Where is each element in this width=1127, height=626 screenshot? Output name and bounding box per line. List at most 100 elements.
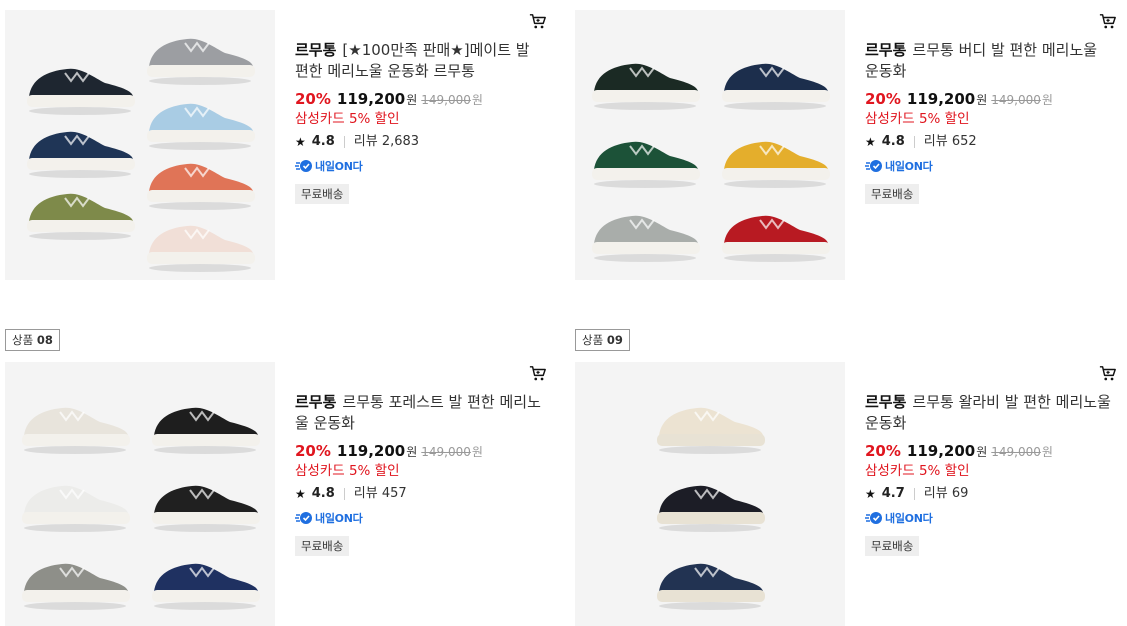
product-image[interactable] [5, 10, 275, 280]
shoe-image [22, 485, 130, 532]
star-icon: ★ [865, 487, 876, 501]
label-number: 09 [606, 333, 623, 347]
cart-icon[interactable] [529, 365, 547, 383]
rating-score: 4.8 [311, 486, 335, 501]
review-count[interactable]: 리뷰 69 [924, 485, 969, 503]
shoe-image [147, 225, 255, 272]
currency: 원 [471, 445, 483, 459]
divider [913, 488, 915, 500]
currency: 원 [976, 445, 988, 459]
card-discount-promo: 삼성카드 5% 할인 [295, 463, 400, 479]
product-info: 르무통 르무통 버디 발 편한 메리노울 운동화 20% 119,200 원 149,0… [865, 40, 1115, 204]
product-title[interactable]: 르무통 르무통 버디 발 편한 메리노울 운동화 [865, 40, 1115, 82]
delivery-badge: 내일ON다 [865, 157, 1115, 175]
shoe-image [147, 38, 255, 85]
sale-price: 119,200 [906, 90, 976, 108]
currency: 원 [1041, 93, 1053, 107]
free-shipping-badge: 무료배송 [295, 184, 350, 204]
divider [913, 136, 915, 148]
product-title[interactable]: 르무통 [★100만족 판매★]메이트 발 편한 메리노울 운동화 르무통 [295, 40, 545, 82]
divider [343, 136, 345, 148]
product-title[interactable]: 르무통 르무통 포레스트 발 편한 메리노울 운동화 [295, 392, 545, 434]
price-row: 20% 119,200원 149,000원 [865, 442, 1115, 461]
label-prefix: 상품 [582, 333, 604, 347]
delivery-label: 내일ON다 [315, 160, 363, 173]
sale-price: 119,200 [906, 442, 976, 460]
shoe-image [152, 485, 260, 532]
shoe-image [722, 215, 830, 262]
shoe-image [147, 103, 255, 150]
product-title[interactable]: 르무통 르무통 왈라비 발 편한 메리노울 운동화 [865, 392, 1115, 434]
review-count[interactable]: 리뷰 2,683 [354, 133, 419, 151]
sale-price: 119,200 [336, 90, 406, 108]
discount-rate: 20% [865, 90, 901, 108]
star-icon: ★ [865, 135, 876, 149]
rating-row: ★ 4.7 리뷰 69 [865, 485, 1115, 503]
rocket-delivery-icon [295, 512, 312, 524]
product-card[interactable]: 르무통 르무통 왈라비 발 편한 메리노울 운동화 20% 119,200원 149,… [575, 362, 1120, 626]
review-count[interactable]: 리뷰 457 [354, 485, 407, 503]
free-shipping-badge: 무료배송 [295, 536, 350, 556]
original-price: 149,000 [991, 93, 1041, 107]
product-info: 르무통 [★100만족 판매★]메이트 발 편한 메리노울 운동화 르무통 20%… [295, 40, 545, 204]
rating-score: 4.8 [881, 134, 905, 149]
star-icon: ★ [295, 135, 306, 149]
cart-icon[interactable] [1099, 365, 1117, 383]
currency: 원 [406, 93, 418, 107]
discount-rate: 20% [295, 90, 331, 108]
shoe-image [152, 563, 260, 610]
cart-icon[interactable] [529, 13, 547, 31]
product-info: 르무통 르무통 포레스트 발 편한 메리노울 운동화 20% 119,200원 149… [295, 392, 545, 556]
shoe-image [22, 563, 130, 610]
shoe-image [657, 563, 765, 610]
original-price: 149,000 [991, 445, 1041, 459]
delivery-label: 내일ON다 [885, 160, 933, 173]
product-image[interactable] [575, 362, 845, 626]
rocket-delivery-icon [865, 512, 882, 524]
cart-icon[interactable] [1099, 13, 1117, 31]
currency: 원 [1041, 445, 1053, 459]
delivery-badge: 내일ON다 [865, 509, 1115, 527]
product-number-label: 상품 09 [575, 329, 630, 351]
product-brand: 르무통 [865, 41, 907, 59]
currency: 원 [406, 445, 418, 459]
review-count[interactable]: 리뷰 652 [924, 133, 977, 151]
free-shipping-badge: 무료배송 [865, 536, 920, 556]
shoe-image [22, 407, 130, 454]
rocket-delivery-icon [865, 160, 882, 172]
rating-score: 4.8 [311, 134, 335, 149]
delivery-label: 내일ON다 [315, 512, 363, 525]
shoe-image [592, 215, 700, 262]
price-row: 20% 119,200원 149,000원 [295, 90, 545, 109]
sale-price: 119,200 [336, 442, 406, 460]
card-discount-promo: 삼성카드 5% 할인 [865, 463, 970, 479]
product-brand: 르무통 [295, 41, 337, 59]
shoe-image [657, 407, 765, 454]
original-price: 149,000 [421, 445, 471, 459]
shoe-image [27, 68, 135, 115]
delivery-label: 내일ON다 [885, 512, 933, 525]
delivery-badge: 내일ON다 [295, 509, 545, 527]
shoe-image [722, 141, 830, 188]
free-shipping-badge: 무료배송 [865, 184, 920, 204]
product-card[interactable]: 르무통 [★100만족 판매★]메이트 발 편한 메리노울 운동화 르무통 20%… [5, 10, 550, 290]
card-discount-promo: 삼성카드 5% 할인 [865, 111, 970, 127]
label-number: 08 [36, 333, 53, 347]
discount-rate: 20% [295, 442, 331, 460]
product-image[interactable] [5, 362, 275, 626]
divider [343, 488, 345, 500]
price-row: 20% 119,200원 149,000원 [295, 442, 545, 461]
product-card[interactable]: 르무통 르무통 포레스트 발 편한 메리노울 운동화 20% 119,200원 149… [5, 362, 550, 626]
discount-rate: 20% [865, 442, 901, 460]
product-number-label: 상품 08 [5, 329, 60, 351]
original-price: 149,000 [421, 93, 471, 107]
rating-row: ★ 4.8 리뷰 652 [865, 133, 1115, 151]
rating-row: ★ 4.8 리뷰 2,683 [295, 133, 545, 151]
label-prefix: 상품 [12, 333, 34, 347]
shoe-image [27, 131, 135, 178]
star-icon: ★ [295, 487, 306, 501]
product-card[interactable]: 르무통 르무통 버디 발 편한 메리노울 운동화 20% 119,200 원 149,0… [575, 10, 1120, 290]
shoe-image [657, 485, 765, 532]
product-image[interactable] [575, 10, 845, 280]
shoe-image [27, 193, 135, 240]
